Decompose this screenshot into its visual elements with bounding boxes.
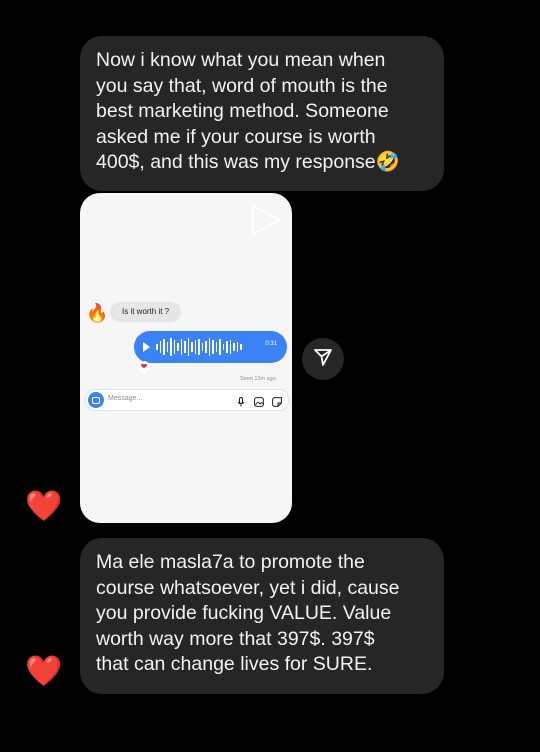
message-bubble-1[interactable]: Now i know what you mean when you say th… (80, 36, 444, 191)
voice-duration: 0:31 (265, 341, 277, 347)
message-bubble-2[interactable]: Ma ele masla7a to promote the course wha… (80, 538, 444, 694)
attached-screenshot[interactable]: 🔥 Is it worth it ? 0:31 ❤ Seen 13m ago M… (80, 193, 292, 523)
chat-avatar: 🔥 (86, 303, 109, 323)
reaction-heart-icon[interactable]: ❤️ (25, 657, 62, 687)
share-icon (313, 347, 333, 372)
gallery-icon (254, 394, 264, 407)
compose-placeholder: Message... (108, 395, 143, 402)
message-text-2: Ma ele masla7a to promote the course wha… (96, 551, 400, 675)
question-message: Is it worth it ? (110, 302, 182, 322)
camera-icon (88, 392, 104, 408)
reaction-heart-icon[interactable]: ❤️ (25, 492, 62, 522)
message-text-1: Now i know what you mean when you say th… (96, 49, 400, 173)
play-icon (143, 342, 150, 352)
seen-status: Seen 13m ago (240, 376, 276, 382)
sticker-icon (272, 394, 282, 407)
microphone-icon (236, 394, 246, 407)
share-button[interactable] (302, 338, 344, 380)
voice-reaction-heart-icon: ❤ (138, 361, 150, 373)
play-icon[interactable] (250, 203, 282, 242)
voice-message: 0:31 (134, 331, 287, 363)
waveform (156, 337, 242, 357)
compose-bar: Message... (85, 389, 289, 411)
